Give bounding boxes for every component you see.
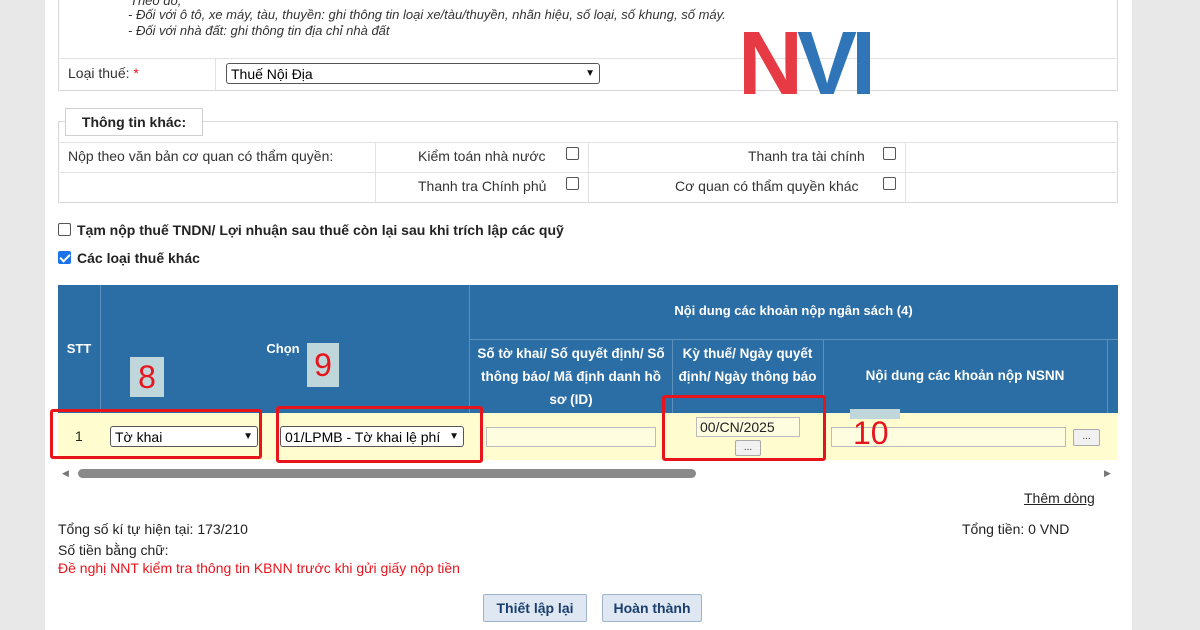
- annotation-8: 8: [130, 357, 164, 397]
- logo-n: N: [738, 14, 803, 114]
- horizontal-scrollbar-thumb[interactable]: [78, 469, 696, 478]
- tam-nop-checkbox[interactable]: [58, 223, 71, 236]
- warning-text: Đề nghị NNT kiểm tra thông tin KBNN trướ…: [58, 560, 460, 576]
- thanh-tra-chinh-phu-checkbox[interactable]: [566, 177, 579, 190]
- header-noi-dung: Nội dung các khoản nộp NSNN: [865, 368, 1065, 383]
- loai-thue-value: Thuế Nội Địa: [231, 65, 313, 82]
- tong-tien: Tổng tiền: 0 VND: [962, 521, 1070, 537]
- thanh-tra-tai-chinh-label: Thanh tra tài chính: [748, 148, 865, 164]
- kiem-toan-checkbox[interactable]: [566, 147, 579, 160]
- thanh-tra-chinh-phu-label: Thanh tra Chính phủ: [418, 178, 547, 194]
- required-mark: *: [133, 65, 139, 81]
- loai-thue-select[interactable]: Thuế Nội Địa ▼: [226, 63, 600, 84]
- so-to-khai-input[interactable]: [486, 427, 656, 447]
- thong-tin-khac-title: Thông tin khác:: [65, 108, 203, 136]
- thanh-tra-tai-chinh-checkbox[interactable]: [883, 147, 896, 160]
- logo-i: I: [851, 14, 876, 114]
- annotation-10: 10: [853, 415, 889, 451]
- header-so-to-khai: Số tờ khai/ Số quyết định/ Số thông báo/…: [477, 346, 665, 407]
- so-tien-bang-chu-label: Số tiền bằng chữ:: [58, 542, 169, 558]
- reset-button[interactable]: Thiết lập lại: [483, 594, 587, 622]
- annotation-9: 9: [307, 343, 339, 387]
- kiem-toan-label: Kiểm toán nhà nước: [418, 148, 546, 164]
- tong-ky-tu: Tổng số kí tự hiện tại: 173/210: [58, 521, 248, 537]
- highlight-box-8: [50, 409, 262, 459]
- tam-nop-label: Tạm nộp thuế TNDN/ Lợi nhuận sau thuế cò…: [77, 222, 564, 238]
- cac-loai-thue-label: Các loại thuế khác: [77, 250, 200, 266]
- co-quan-khac-label: Cơ quan có thẩm quyền khác: [675, 178, 859, 194]
- them-dong-link[interactable]: Thêm dòng: [1024, 490, 1095, 506]
- scroll-right-icon[interactable]: ▶: [1104, 468, 1111, 479]
- header-group: Nội dung các khoản nộp ngân sách (4): [674, 303, 913, 318]
- highlight-box-9: [276, 406, 483, 463]
- scroll-left-icon[interactable]: ◀: [62, 468, 69, 479]
- noi-dung-picker-button[interactable]: ...: [1073, 429, 1100, 446]
- chevron-down-icon: ▼: [585, 68, 595, 79]
- done-button[interactable]: Hoàn thành: [602, 594, 702, 622]
- header-stt: STT: [66, 341, 92, 356]
- cac-loai-thue-checkbox[interactable]: [58, 251, 71, 264]
- loai-thue-label: Loại thuế: *: [68, 65, 139, 81]
- logo-v: V: [797, 14, 857, 114]
- nop-theo-label: Nộp theo văn bản cơ quan có thẩm quyền:: [68, 148, 334, 164]
- nvi-logo: NVI: [738, 19, 876, 109]
- form-page: Theo đó, - Đối với ô tô, xe máy, tàu, th…: [45, 0, 1132, 630]
- highlight-box-10: [662, 395, 826, 461]
- co-quan-khac-checkbox[interactable]: [883, 177, 896, 190]
